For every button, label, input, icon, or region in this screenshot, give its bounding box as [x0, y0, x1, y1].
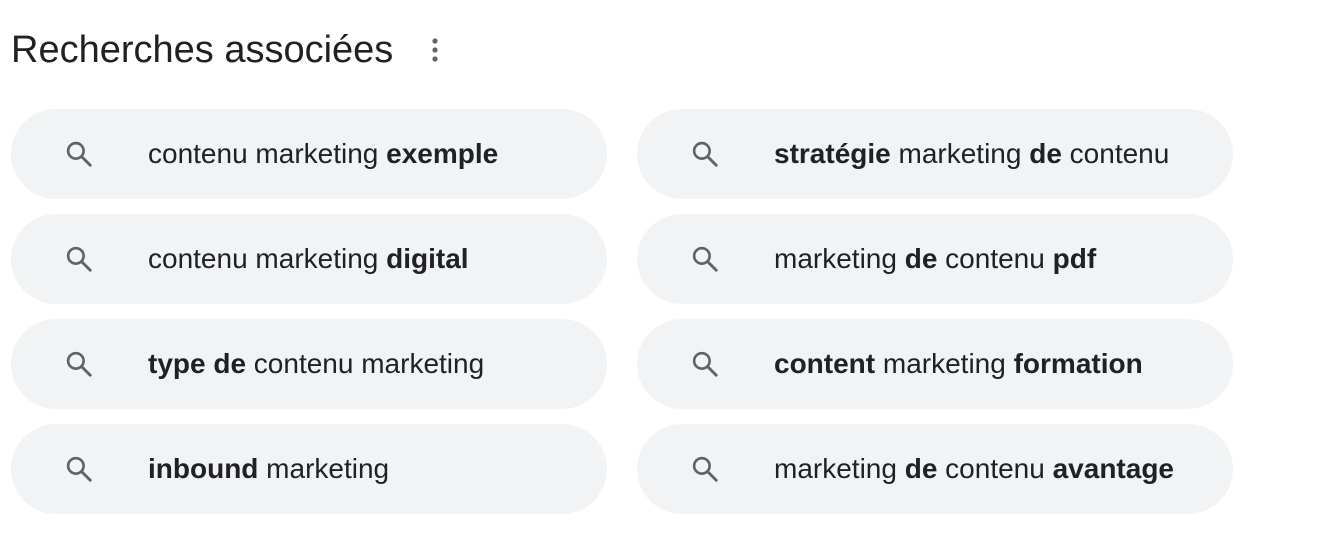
label-segment: contenu [937, 453, 1053, 484]
label-bold-segment: inbound [148, 453, 259, 484]
related-search-chip[interactable]: content marketing formation [637, 319, 1233, 409]
label-segment: contenu [937, 243, 1053, 274]
label-bold-segment: exemple [386, 138, 499, 169]
label-segment: contenu marketing [148, 138, 387, 169]
more-options-button[interactable] [423, 30, 447, 70]
search-icon [685, 139, 725, 169]
related-search-chip[interactable]: contenu marketing digital [11, 214, 607, 304]
label-bold-segment: de [1029, 138, 1062, 169]
label-bold-segment: de [904, 243, 938, 274]
search-icon [59, 349, 99, 379]
related-search-chip[interactable]: contenu marketing exemple [11, 109, 607, 199]
label-segment: contenu marketing [246, 348, 485, 379]
label-bold-segment: formation [1013, 348, 1143, 379]
label-bold-segment: content [774, 348, 876, 379]
related-search-label: marketing de contenu avantage [774, 452, 1204, 486]
related-search-label: contenu marketing digital [148, 242, 499, 276]
related-search-label: marketing de contenu pdf [774, 242, 1126, 276]
more-vert-icon [432, 38, 438, 62]
label-bold-segment: stratégie [774, 138, 891, 169]
related-searches-header: Recherches associées [11, 22, 447, 78]
related-search-chip[interactable]: stratégie marketing de contenu [637, 109, 1233, 199]
label-segment: contenu marketing [148, 243, 387, 274]
label-bold-segment: de [904, 453, 938, 484]
label-bold-segment: avantage [1052, 453, 1175, 484]
related-search-chip[interactable]: marketing de contenu avantage [637, 424, 1233, 514]
label-segment: marketing [774, 453, 905, 484]
related-search-label: stratégie marketing de contenu [774, 137, 1199, 171]
section-title: Recherches associées [11, 28, 394, 71]
label-segment: marketing [890, 138, 1030, 169]
related-search-label: type de contenu marketing [148, 347, 514, 381]
related-search-label: content marketing formation [774, 347, 1173, 381]
search-icon [685, 349, 725, 379]
label-bold-segment: pdf [1052, 243, 1097, 274]
search-icon [59, 244, 99, 274]
search-icon [59, 139, 99, 169]
label-bold-segment: digital [386, 243, 469, 274]
related-searches-grid: contenu marketing exemple stratégie marke… [11, 109, 1233, 514]
label-segment: marketing [258, 453, 390, 484]
label-segment: marketing [774, 243, 905, 274]
label-segment: contenu [1061, 138, 1170, 169]
label-segment: marketing [875, 348, 1014, 379]
search-icon [685, 244, 725, 274]
related-search-label: inbound marketing [148, 452, 419, 486]
search-icon [685, 454, 725, 484]
related-search-label: contenu marketing exemple [148, 137, 528, 171]
search-icon [59, 454, 99, 484]
related-search-chip[interactable]: inbound marketing [11, 424, 607, 514]
related-search-chip[interactable]: type de contenu marketing [11, 319, 607, 409]
label-bold-segment: type de [148, 348, 247, 379]
related-search-chip[interactable]: marketing de contenu pdf [637, 214, 1233, 304]
